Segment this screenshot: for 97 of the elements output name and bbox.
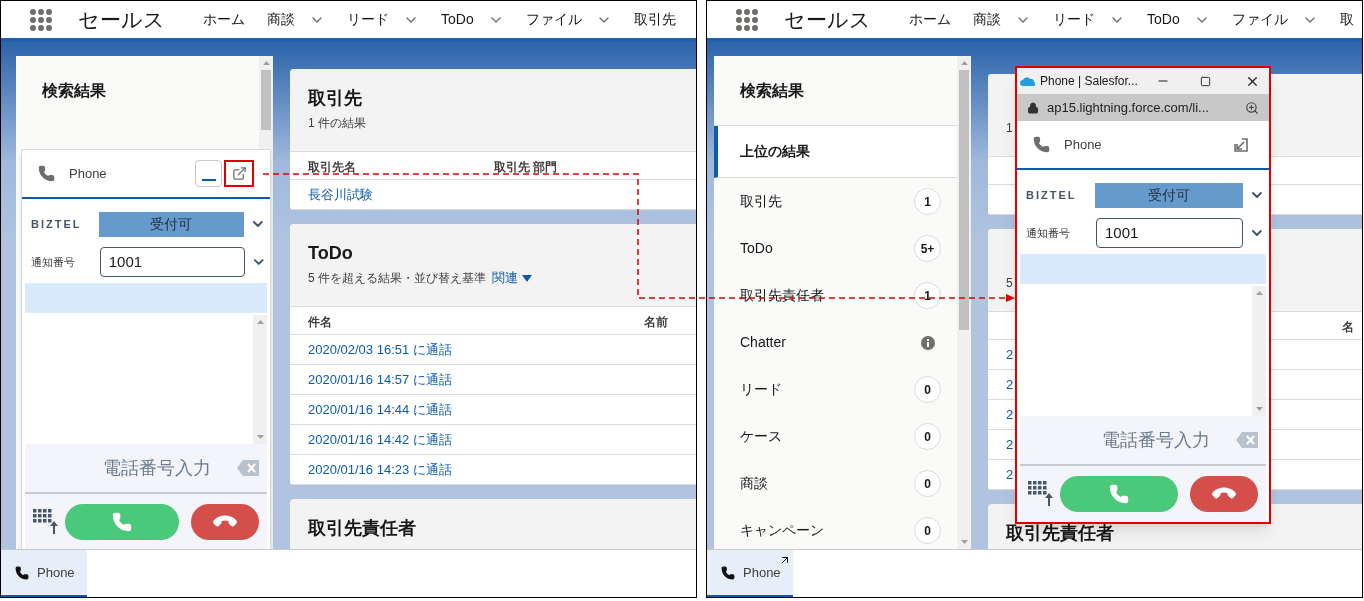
record-link[interactable]: 2020/02/03 16:51 に通話 [308,339,452,360]
nav-tab[interactable]: 取 [1339,9,1354,30]
phone-icon [721,565,735,580]
count-badge: 0 [914,470,941,497]
card-subtitle: 5 件を超える結果・並び替え基準 [308,270,486,287]
record-link[interactable]: 2 [1006,404,1014,425]
phone-icon [38,165,55,182]
app-launcher-icon[interactable] [736,8,758,31]
result-category[interactable]: リード 0 [714,366,957,413]
maximize-icon[interactable] [1199,75,1211,87]
result-category[interactable]: 商談 0 [714,460,957,507]
info-icon [921,335,935,350]
minimize-button[interactable] [195,160,222,187]
count-badge: 1 [914,282,941,309]
record-link[interactable]: 2 [1006,434,1014,455]
scrollbar-thumb[interactable] [959,70,969,330]
sort-link[interactable]: 関連 [492,268,532,288]
brand-logo: BIZTEL [31,216,83,232]
caller-id-field[interactable]: 1001 [1096,218,1244,248]
record-link[interactable]: 長谷川試験 [308,184,373,205]
count-badge: 5+ [914,235,941,262]
result-category[interactable]: キャンペーン 0 [714,507,957,549]
result-category[interactable]: ToDo 5+ [714,225,957,272]
caret-icon [522,274,532,282]
window-title: Phone | Salesfor... [1040,73,1138,90]
result-category[interactable]: ケース 0 [714,413,957,460]
address-bar[interactable]: ap15.lightning.force.com/li... [1017,94,1269,121]
scrollbar[interactable] [957,56,971,549]
phone-icon [112,512,132,532]
phone-icon [1109,484,1129,504]
record-link[interactable]: 2 [1006,344,1014,365]
record-link[interactable]: 2020/01/16 14:57 に通話 [308,369,452,390]
nav-tab[interactable]: ホーム [203,9,245,30]
keypad-icon[interactable] [1028,481,1054,507]
record-link[interactable]: 2020/01/16 14:42 に通話 [308,429,452,450]
count-badge: 0 [914,376,941,403]
lock-icon [1027,101,1039,114]
card-title: 取引先責任者 [1006,522,1114,545]
app-name: セールス [784,6,871,33]
column-header[interactable]: 取引先 部門 [494,159,558,174]
nav-tab[interactable]: リード [1053,9,1095,30]
external-link-icon [231,166,247,181]
field-label: 通知番号 [1026,225,1071,241]
card-subtitle: 1 件の結果 [308,115,366,132]
nav-tab[interactable]: ホーム [909,9,951,30]
scrollbar-thumb[interactable] [261,70,271,130]
card-title: 取引先 [308,87,362,110]
cloud-icon [1020,76,1035,86]
card-subtitle: 1 [1006,120,1013,137]
card-subtitle: 5 [1006,275,1013,292]
zoom-icon[interactable] [1245,100,1259,115]
caller-id-field[interactable]: 1001 [99,247,245,277]
minimize-icon [201,179,216,181]
keypad-icon[interactable] [33,509,59,535]
card-title: 取引先責任者 [308,517,416,540]
hang-up-button[interactable] [191,504,259,540]
count-badge: 0 [914,517,941,544]
result-category[interactable]: 取引先 1 [714,178,957,225]
panel-title: 検索結果 [42,81,106,101]
phone-icon [15,565,29,580]
nav-tab[interactable]: ファイル [525,9,582,30]
brand-logo: BIZTEL [1026,187,1078,203]
url-text: ap15.lightning.force.com/li... [1047,98,1209,117]
nav-tab[interactable]: 取引先 [633,9,676,30]
phone-icon [1033,136,1050,153]
card-title: ToDo [308,242,353,265]
status-button[interactable]: 受付可 [98,211,245,237]
field-label: 通知番号 [31,254,76,270]
utility-title: Phone [1064,135,1102,154]
hang-up-button[interactable] [1190,476,1258,512]
record-link[interactable]: 2020/01/16 14:44 に通話 [308,399,452,420]
count-badge: 0 [914,423,941,450]
nav-tab[interactable]: 商談 [973,9,1001,30]
pop-out-button[interactable] [224,160,254,187]
panel-title: 検索結果 [740,80,804,101]
utility-tab[interactable]: Phone [707,550,793,597]
nav-tab[interactable]: リード [347,9,389,30]
nav-tab[interactable]: ToDo [441,9,474,30]
count-badge: 1 [914,188,941,215]
app-launcher-icon[interactable] [30,8,52,31]
app-name: セールス [78,6,165,33]
record-link[interactable]: 2020/01/16 14:23 に通話 [308,459,452,480]
record-link[interactable]: 2 [1006,464,1014,485]
nav-tab[interactable]: ファイル [1231,9,1288,30]
nav-tab[interactable]: 商談 [267,9,295,30]
column-header[interactable]: 件名 [308,314,332,329]
utility-title: Phone [69,164,107,183]
result-category[interactable]: Chatter [714,319,957,366]
pop-in-icon [1233,136,1249,153]
column-header[interactable]: 取引先名 [308,159,356,174]
column-header[interactable]: 名前 [644,314,668,329]
result-category[interactable]: 上位の結果 [714,126,957,178]
record-link[interactable]: 2 [1006,374,1014,395]
utility-tab[interactable]: Phone [1,550,87,597]
column-header[interactable]: 名 [1342,319,1354,334]
status-button[interactable]: 受付可 [1094,182,1244,208]
nav-tab[interactable]: ToDo [1147,9,1180,30]
